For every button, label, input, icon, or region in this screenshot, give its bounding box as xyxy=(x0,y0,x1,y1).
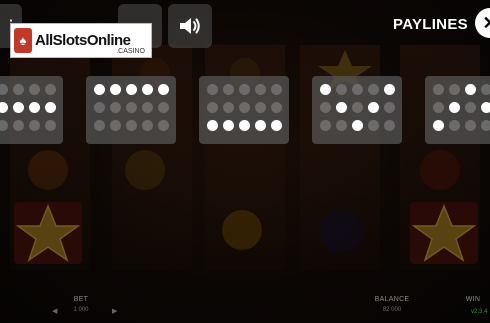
bet-decrease-icon[interactable]: ◀ xyxy=(52,307,57,315)
payline-dot xyxy=(29,120,40,131)
payline-dot xyxy=(384,102,395,113)
payline-dot-active xyxy=(94,84,105,95)
bet-increase-icon[interactable]: ▶ xyxy=(112,307,117,315)
payline-dot-active xyxy=(207,120,218,131)
payline-dot-active xyxy=(255,120,266,131)
payline-dot xyxy=(433,84,444,95)
payline-dot xyxy=(336,120,347,131)
payline-dot xyxy=(368,84,379,95)
payline-dot xyxy=(320,102,331,113)
payline-dot xyxy=(320,120,331,131)
payline-dot xyxy=(481,120,490,131)
payline-dot xyxy=(0,84,8,95)
payline-dot-active xyxy=(433,120,444,131)
win-label: WIN xyxy=(465,296,481,303)
payline-dot-active xyxy=(271,120,282,131)
payline-dot-active xyxy=(223,120,234,131)
fruit-symbol xyxy=(420,150,460,190)
payline-dot xyxy=(239,102,250,113)
payline-dot-active xyxy=(110,84,121,95)
close-button[interactable]: ✕ xyxy=(475,8,490,38)
payline-dot-active xyxy=(320,84,331,95)
star-symbol xyxy=(14,202,82,264)
payline-dot xyxy=(94,102,105,113)
payline-dot xyxy=(126,120,137,131)
payline-dot-active xyxy=(13,102,24,113)
payline-dot-active xyxy=(449,102,460,113)
bet-value: 1 000 xyxy=(73,307,89,313)
payline-dot xyxy=(110,120,121,131)
balance-value: 82 000 xyxy=(382,307,402,313)
payline-dot xyxy=(158,102,169,113)
payline-dot xyxy=(223,102,234,113)
logo-sub: .CASINO xyxy=(116,48,145,55)
sound-button[interactable] xyxy=(168,4,212,48)
payline-dot xyxy=(271,102,282,113)
payline-dot-active xyxy=(481,102,490,113)
payline-dot xyxy=(352,84,363,95)
slot-machine-icon: ♠ xyxy=(14,28,32,53)
payline-dot-active xyxy=(336,102,347,113)
payline-dot xyxy=(13,84,24,95)
payline-dot xyxy=(126,102,137,113)
site-logo: ♠ AllSlotsOnline .CASINO xyxy=(10,23,152,58)
payline-dot xyxy=(255,84,266,95)
payline-dot xyxy=(45,120,56,131)
payline-dot xyxy=(449,84,460,95)
payline-card xyxy=(199,76,289,144)
payline-dot xyxy=(465,102,476,113)
payline-dot-active xyxy=(384,84,395,95)
bet-label: BET xyxy=(73,296,89,303)
payline-dot xyxy=(465,120,476,131)
payline-dot xyxy=(255,102,266,113)
payline-dot xyxy=(207,84,218,95)
version-label: v2.3.4 xyxy=(471,309,488,315)
payline-dot-active xyxy=(142,84,153,95)
payline-dot xyxy=(110,102,121,113)
fruit-symbol xyxy=(125,150,165,190)
payline-dot xyxy=(433,102,444,113)
payline-dot xyxy=(384,120,395,131)
payline-dot xyxy=(142,120,153,131)
payline-dot xyxy=(336,84,347,95)
speaker-icon xyxy=(180,18,200,34)
payline-card xyxy=(312,76,402,144)
payline-dot-active xyxy=(0,102,8,113)
payline-dot xyxy=(45,84,56,95)
star-symbol xyxy=(410,202,478,264)
payline-dot xyxy=(29,84,40,95)
payline-dot xyxy=(142,102,153,113)
payline-dot-active xyxy=(465,84,476,95)
payline-dot xyxy=(271,84,282,95)
fruit-symbol xyxy=(28,150,68,190)
balance-label: BALANCE xyxy=(374,296,410,303)
payline-dot xyxy=(352,102,363,113)
payline-dot xyxy=(223,84,234,95)
payline-dot-active xyxy=(368,102,379,113)
payline-dot xyxy=(449,120,460,131)
logo-brand: AllSlotsOnline xyxy=(35,32,131,49)
payline-dot-active xyxy=(239,120,250,131)
payline-card xyxy=(86,76,176,144)
fruit-symbol xyxy=(320,210,362,252)
fruit-symbol xyxy=(222,210,262,250)
payline-dot xyxy=(481,84,490,95)
payline-dot-active xyxy=(352,120,363,131)
payline-dot xyxy=(368,120,379,131)
payline-dot-active xyxy=(29,102,40,113)
close-icon: ✕ xyxy=(482,13,490,34)
payline-dot-active xyxy=(126,84,137,95)
game-stage: ⋮ ♠ AllSlotsOnline .CASINO PAYLINES ✕ BE… xyxy=(0,0,490,323)
payline-dot-active xyxy=(45,102,56,113)
payline-card xyxy=(0,76,63,144)
payline-dot xyxy=(13,120,24,131)
payline-card xyxy=(425,76,490,144)
payline-dot xyxy=(239,84,250,95)
payline-dot xyxy=(207,102,218,113)
paylines-title: PAYLINES xyxy=(393,16,468,33)
payline-dot xyxy=(0,120,8,131)
payline-dot xyxy=(94,120,105,131)
payline-dot-active xyxy=(158,84,169,95)
payline-dot xyxy=(158,120,169,131)
